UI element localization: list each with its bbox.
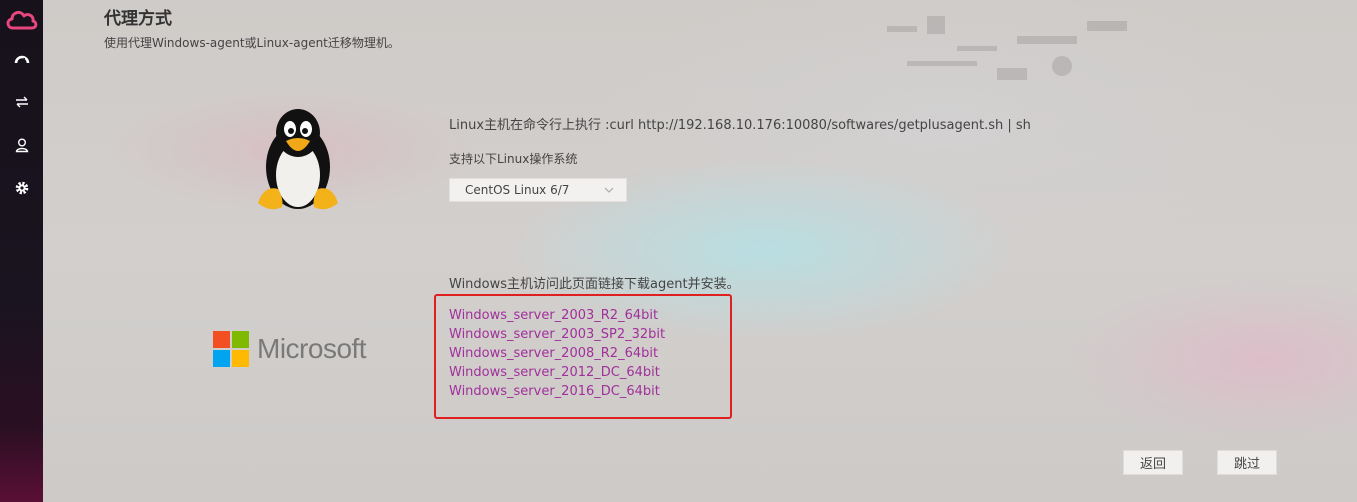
nav-migration[interactable] [0,89,43,115]
sidebar [0,0,43,502]
transfer-icon [15,96,28,108]
microsoft-windows-icon [213,331,249,367]
linux-penguin-icon [258,109,338,210]
microsoft-logo-text: Microsoft [257,333,367,364]
nav-user[interactable] [0,132,43,158]
nav-dashboard[interactable] [0,46,43,72]
linux-os-selected-value: CentOS Linux 6/7 [465,183,570,197]
back-button[interactable]: 返回 [1123,450,1183,475]
user-icon [15,138,28,153]
download-link-2016-dc-64[interactable]: Windows_server_2016_DC_64bit [449,382,665,401]
download-link-list: Windows_server_2003_R2_64bit Windows_ser… [449,306,665,401]
background-decoration [887,16,1127,80]
linux-support-label: 支持以下Linux操作系统 [449,152,578,166]
chevron-down-icon [604,187,614,193]
linux-command-text: Linux主机在命令行上执行 :curl http://192.168.10.1… [449,118,1031,133]
download-link-2003-sp2-32[interactable]: Windows_server_2003_SP2_32bit [449,325,665,344]
download-link-2008-r2-64[interactable]: Windows_server_2008_R2_64bit [449,344,665,363]
linux-os-select[interactable]: CentOS Linux 6/7 [449,178,627,202]
download-link-2012-dc-64[interactable]: Windows_server_2012_DC_64bit [449,363,665,382]
gear-icon [15,181,28,195]
page-subtitle: 使用代理Windows-agent或Linux-agent迁移物理机。 [104,36,400,50]
dashboard-icon [14,55,29,65]
microsoft-logo: Microsoft [213,331,367,367]
page-title: 代理方式 [104,9,172,29]
download-link-2003-r2-64[interactable]: Windows_server_2003_R2_64bit [449,306,665,325]
windows-instruction: Windows主机访问此页面链接下载agent并安装。 [449,277,740,292]
nav-settings[interactable] [0,175,43,201]
cloud-logo-icon[interactable] [4,6,38,32]
main-content: 代理方式 使用代理Windows-agent或Linux-agent迁移物理机。… [43,0,1357,502]
skip-button[interactable]: 跳过 [1217,450,1277,475]
